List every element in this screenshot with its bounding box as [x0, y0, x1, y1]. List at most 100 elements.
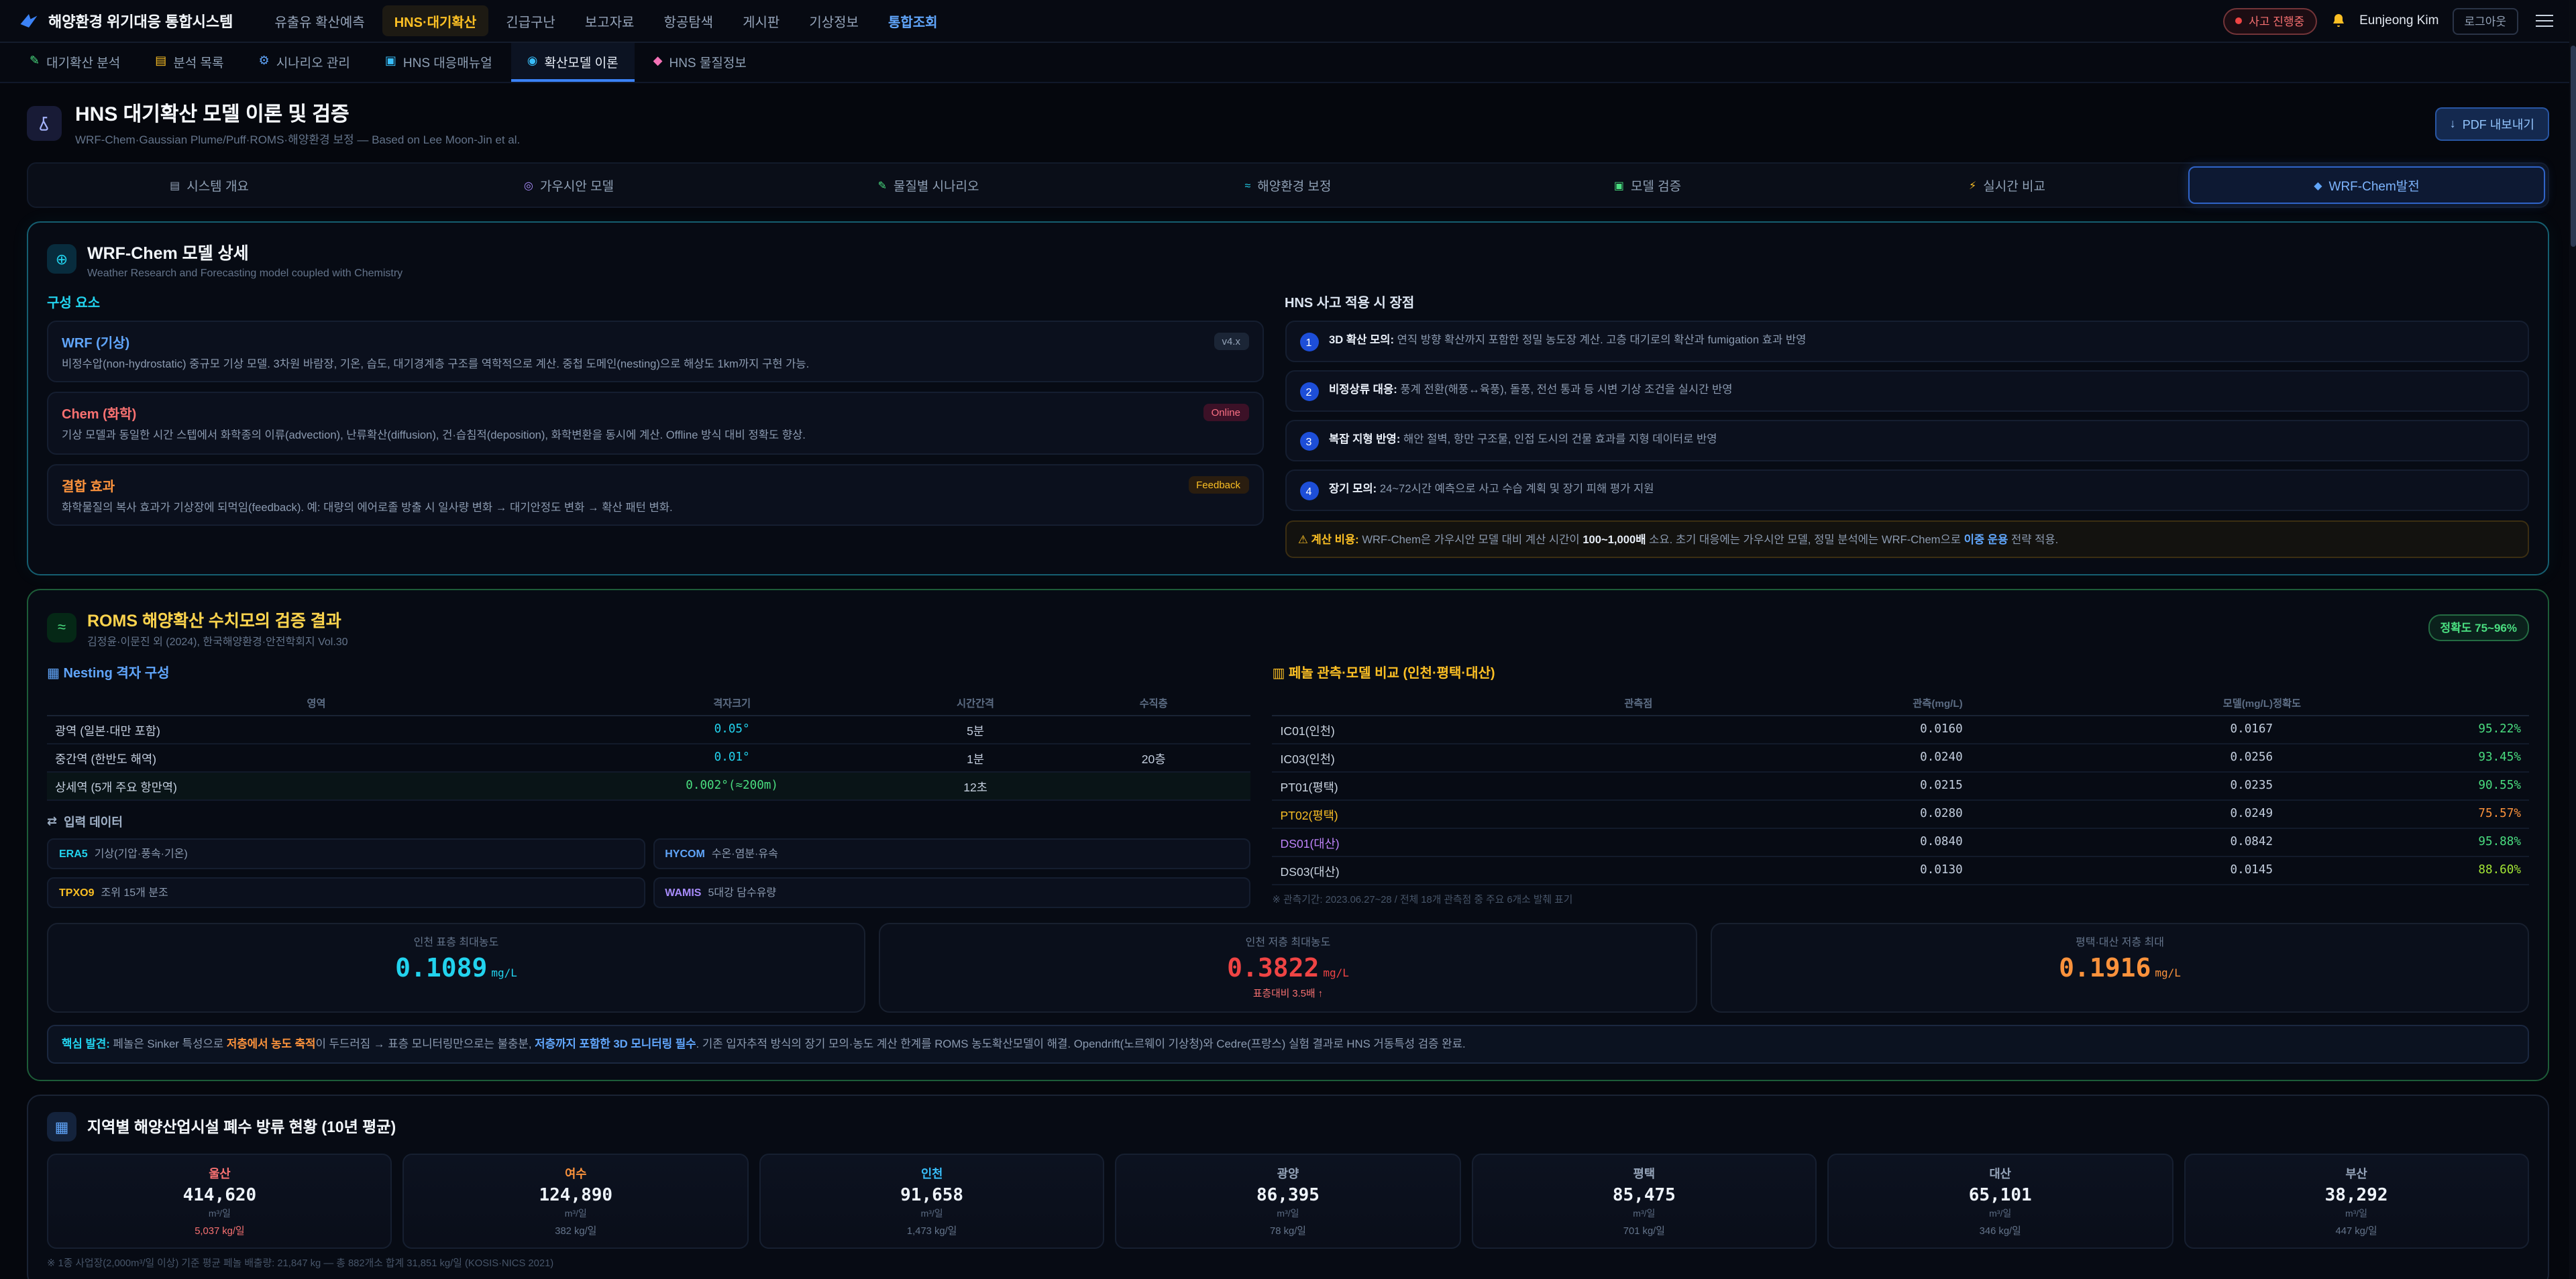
component-name: 결합 효과: [62, 475, 115, 495]
hamburger-menu-icon[interactable]: [2532, 11, 2557, 32]
brand[interactable]: 해양환경 위기대응 통합시스템: [19, 10, 233, 32]
nesting-table: 영역격자크기시간간격수직층 광역 (일본·대만 포함) 0.05° 5분: [47, 691, 1251, 801]
input-source-desc: 5대강 담수유량: [708, 886, 776, 901]
obs-table-header: 관측점관측(mg/L)모델(mg/L)정확도: [1273, 691, 2530, 717]
tab[interactable]: ▣ 모델 검증: [1469, 166, 1826, 204]
component-description: 화학물질의 복사 효과가 기상장에 되먹임(feedback). 예: 대량의 …: [62, 499, 1248, 516]
wrfchem-title: WRF-Chem 모델 상세: [87, 239, 402, 264]
top-menu-item[interactable]: 게시판: [731, 5, 792, 36]
page-subtitle: WRF-Chem·Gaussian Plume/Puff·ROMS·해양환경 보…: [75, 131, 520, 148]
top-menu-item[interactable]: 통합조회: [876, 5, 950, 36]
subnav-item[interactable]: ▣ HNS 대응매뉴얼: [369, 43, 508, 82]
region-name: 부산: [2193, 1165, 2520, 1182]
cost-warning-note: ⚠ 계산 비용: WRF-Chem은 가우시안 모델 대비 계산 시간이 100…: [1285, 520, 2529, 559]
roms-section-header: ≈ ROMS 해양확산 수치모의 검증 결과 김정윤·이문진 외 (2024),…: [47, 607, 2529, 650]
top-menu: 유출유 확산예측HNS·대기확산긴급구난보고자료항공탐색게시판기상정보통합조회: [262, 5, 2194, 36]
obs-modeled: 0.0256: [1963, 752, 2273, 765]
discharge-section: ▦ 지역별 해양산업시설 폐수 방류 현황 (10년 평균) 울산 414,62…: [27, 1095, 2549, 1279]
stat-unit: mg/L: [491, 968, 517, 980]
finding-segment: 핵심 발견:: [62, 1038, 110, 1051]
advantage-number-badge: 4: [1299, 482, 1318, 500]
subnav-item[interactable]: ◆ HNS 물질정보: [637, 43, 763, 82]
subnav-item[interactable]: ⚙ 시나리오 관리: [243, 43, 366, 82]
obs-row: DS03(대산) 0.0130 0.0145 88.60%: [1273, 858, 2530, 886]
stat-card: 인천 저층 최대농도 0.3822mg/L 표층대비 3.5배 ↑: [879, 924, 1697, 1013]
logout-button[interactable]: 로그아웃: [2452, 7, 2518, 34]
tab[interactable]: ≈ 해양환경 보정: [1110, 166, 1466, 204]
top-menu-item[interactable]: 유출유 확산예측: [262, 5, 376, 36]
nesting-row: 상세역 (5개 주요 항만역) 0.002°(≈200m) 12초: [47, 773, 1251, 801]
region-cards: 울산 414,620 m³/일 5,037 kg/일 여수 124,890 m³…: [47, 1154, 2529, 1249]
advantage-number-badge: 1: [1299, 333, 1318, 351]
advantages-heading: HNS 사고 적용 시 장점: [1285, 291, 2529, 311]
region-unit: m³/일: [413, 1208, 739, 1221]
pdf-export-button[interactable]: ↓ PDF 내보내기: [2435, 107, 2549, 140]
component-description: 비정수압(non-hydrostatic) 중규모 기상 모델. 3차원 바람장…: [62, 355, 1248, 372]
obs-table: 관측점관측(mg/L)모델(mg/L)정확도 IC01(인천) 0.0160 0…: [1273, 691, 2530, 886]
obs-observed: 0.0130: [1652, 865, 1962, 878]
obs-modeled: 0.0842: [1963, 836, 2273, 850]
nesting-timestep: 5분: [886, 722, 1065, 739]
component-badge: Feedback: [1188, 476, 1248, 494]
tab[interactable]: ▤ 시스템 개요: [31, 166, 388, 204]
subnav-item[interactable]: ▤ 분석 목록: [139, 43, 239, 82]
tab[interactable]: ◆ WRF-Chem발전: [2188, 166, 2545, 204]
components-list: WRF (기상) v4.x 비정수압(non-hydrostatic) 중규모 …: [47, 321, 1263, 526]
top-menu-item[interactable]: 긴급구난: [494, 5, 568, 36]
subnav-item-label: 확산모델 이론: [544, 52, 618, 70]
top-menu-item[interactable]: 보고자료: [573, 5, 647, 36]
obs-rows: IC01(인천) 0.0160 0.0167 95.22% IC03(인천) 0…: [1273, 717, 2530, 886]
nesting-grid-size: 0.002°(≈200m): [578, 780, 886, 793]
scrollbar-track[interactable]: [2569, 0, 2576, 1279]
input-source-name: TPXO9: [59, 887, 94, 899]
advantage-title: 장기 모의:: [1329, 482, 1377, 495]
advantage-desc: 24~72시간 예측으로 사고 수습 계획 및 장기 피해 평가 지원: [1380, 482, 1654, 495]
key-finding-callout: 핵심 발견: 페놀은 Sinker 특성으로 저층에서 농도 축적이 두드러짐 …: [47, 1025, 2529, 1064]
advantage-item: 3 복잡 지형 반영: 해안 절벽, 항만 구조물, 인접 도시의 건물 효과를…: [1285, 420, 2529, 461]
obs-modeled: 0.0145: [1963, 865, 2273, 878]
download-icon: ↓: [2450, 117, 2456, 130]
region-unit: m³/일: [2193, 1208, 2520, 1221]
cost-note-segment: ⚠ 계산 비용:: [1298, 533, 1359, 546]
input-source-desc: 수온·염분·유속: [712, 847, 778, 862]
tab[interactable]: ✎ 물질별 시나리오: [750, 166, 1107, 204]
region-unit: m³/일: [1481, 1208, 1807, 1221]
app-title: 해양환경 위기대응 통합시스템: [48, 10, 233, 32]
table-icon: ▥: [1273, 667, 1285, 682]
nesting-grid-size: 0.05°: [578, 724, 886, 737]
pdf-export-label: PDF 내보내기: [2463, 115, 2534, 132]
top-menu-item[interactable]: HNS·대기확산: [382, 5, 489, 36]
scrollbar-thumb[interactable]: [2570, 46, 2575, 247]
stat-value: 0.1916: [2059, 954, 2151, 984]
subnav-item-label: 대기확산 분석: [46, 52, 120, 70]
region-value: 124,890: [413, 1186, 739, 1207]
region-name: 여수: [413, 1165, 739, 1182]
subnav-item[interactable]: ✎ 대기확산 분석: [13, 43, 136, 82]
obs-station: DS01(대산): [1281, 834, 1653, 852]
region-name: 광양: [1125, 1165, 1452, 1182]
stat-unit: mg/L: [1323, 968, 1349, 980]
nesting-row: 중간역 (한반도 해역) 0.01° 1분 20층: [47, 745, 1251, 773]
input-source-name: ERA5: [59, 848, 88, 860]
page-title-block: HNS 대기확산 모델 이론 및 검증 WRF-Chem·Gaussian Pl…: [75, 99, 520, 148]
tab-icon: ⚡: [1969, 179, 1976, 191]
cost-note-segment: 이중 운용: [1964, 533, 2008, 546]
tab[interactable]: ◎ 가우시안 모델: [390, 166, 747, 204]
subnav-item[interactable]: ◉ 확산모델 이론: [511, 43, 635, 82]
globe-icon: ⊕: [47, 244, 76, 274]
tab[interactable]: ⚡ 실시간 비교: [1829, 166, 2186, 204]
region-name: 평택: [1481, 1165, 1807, 1182]
advantage-item: 2 비정상류 대응: 풍계 전환(해풍↔육풍), 돌풍, 전선 통과 등 시변 …: [1285, 370, 2529, 412]
incident-status-badge[interactable]: 사고 진행중: [2223, 7, 2316, 34]
obs-station: PT01(평택): [1281, 778, 1653, 795]
obs-modeled: 0.0249: [1963, 808, 2273, 822]
region-value: 414,620: [56, 1186, 383, 1207]
top-menu-item[interactable]: 기상정보: [797, 5, 871, 36]
obs-station: PT02(평택): [1281, 806, 1653, 824]
region-unit: m³/일: [56, 1208, 383, 1221]
region-subvalue: 447 kg/일: [2193, 1224, 2520, 1239]
obs-col-header: 관측점: [1281, 696, 1653, 711]
top-menu-item[interactable]: 항공탐색: [651, 5, 725, 36]
advantage-title: 복잡 지형 반영:: [1329, 432, 1400, 445]
notification-bell-icon[interactable]: [2330, 12, 2346, 30]
